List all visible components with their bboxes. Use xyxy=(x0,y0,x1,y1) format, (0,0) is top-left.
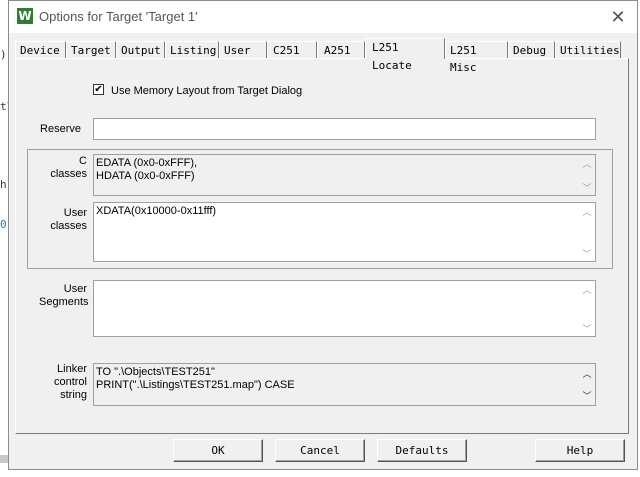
app-icon: W xyxy=(17,8,33,24)
tab-l251-locate[interactable]: L251 Locate xyxy=(365,38,445,72)
title-bar[interactable]: W Options for Target 'Target 1' ✕ xyxy=(9,1,637,33)
background-text: ) xyxy=(0,48,7,61)
scroll-down-icon[interactable]: ﹀ xyxy=(581,247,593,260)
options-dialog: W Options for Target 'Target 1' ✕ Device… xyxy=(8,0,638,470)
close-icon[interactable]: ✕ xyxy=(606,5,630,29)
tab-l251-misc[interactable]: L251 Misc xyxy=(445,41,508,74)
scroll-up-icon[interactable]: ︿ xyxy=(581,205,593,218)
scroll-up-icon[interactable]: ︿ xyxy=(581,367,593,380)
reserve-input[interactable] xyxy=(93,118,596,140)
tab-bar: Device Target Output Listing User C251 A… xyxy=(15,38,635,74)
use-memory-layout-checkbox[interactable]: ✔ xyxy=(93,84,104,95)
tab-user[interactable]: User xyxy=(219,41,267,58)
linker-control-field[interactable]: TO ".\Objects\TEST251" PRINT(".\Listings… xyxy=(93,363,596,406)
ok-button[interactable]: OK xyxy=(173,439,263,462)
scroll-down-icon[interactable]: ﹀ xyxy=(581,181,593,194)
tab-output[interactable]: Output xyxy=(116,41,165,58)
user-segments-field[interactable]: ︿ ﹀ xyxy=(93,280,596,337)
tab-c251[interactable]: C251 xyxy=(267,41,317,58)
tab-listing[interactable]: Listing xyxy=(165,41,219,58)
cancel-button[interactable]: Cancel xyxy=(275,439,365,462)
defaults-button[interactable]: Defaults xyxy=(377,439,467,462)
user-classes-label: User classes xyxy=(50,207,87,232)
tab-a251[interactable]: A251 xyxy=(317,41,365,58)
user-classes-value: XDATA(0x10000-0x11fff) xyxy=(96,205,217,217)
help-button[interactable]: Help xyxy=(535,439,625,462)
scroll-down-icon[interactable]: ﹀ xyxy=(581,322,593,335)
scroll-down-icon[interactable]: ﹀ xyxy=(581,389,593,402)
c-classes-field[interactable]: EDATA (0x0-0xFFF), HDATA (0x0-0xFFF) ︿ ﹀ xyxy=(93,154,596,196)
dialog-title: Options for Target 'Target 1' xyxy=(39,9,198,24)
user-classes-field[interactable]: XDATA(0x10000-0x11fff) ︿ ﹀ xyxy=(93,202,596,262)
use-memory-layout-label: Use Memory Layout from Target Dialog xyxy=(111,85,303,97)
tab-target[interactable]: Target xyxy=(66,41,116,58)
background-edge xyxy=(0,455,8,463)
c-classes-label: C classes xyxy=(50,155,87,180)
linker-control-label: Linker control string xyxy=(53,363,87,401)
linker-control-value: TO ".\Objects\TEST251" PRINT(".\Listings… xyxy=(96,366,295,391)
tab-device[interactable]: Device xyxy=(15,41,66,58)
tab-debug[interactable]: Debug xyxy=(508,41,555,58)
tab-utilities[interactable]: Utilities xyxy=(555,41,621,58)
reserve-label: Reserve xyxy=(40,123,81,135)
scroll-up-icon[interactable]: ︿ xyxy=(581,157,593,170)
user-segments-label: User Segments xyxy=(39,283,89,308)
scroll-up-icon[interactable]: ︿ xyxy=(581,283,593,296)
c-classes-value: EDATA (0x0-0xFFF), HDATA (0x0-0xFFF) xyxy=(96,157,198,182)
